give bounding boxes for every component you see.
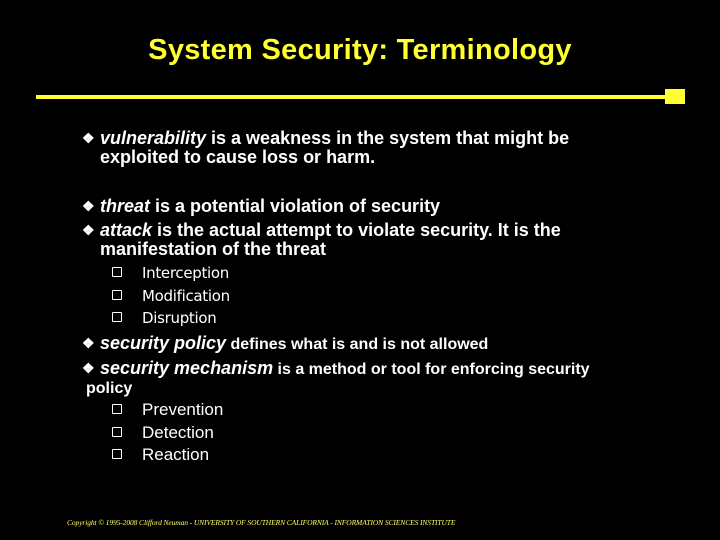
square-bullet-icon: [112, 403, 122, 414]
square-bullet-icon: [112, 266, 122, 277]
subitem: Prevention: [112, 400, 223, 420]
square-bullet-icon: [112, 311, 122, 322]
slide-title: System Security: Terminology: [148, 34, 572, 66]
term: security mechanism: [100, 358, 274, 378]
title-underline-end-square: [665, 89, 685, 104]
subitem: Detection: [112, 423, 214, 443]
diamond-cluster-icon: ❖: [82, 222, 95, 238]
subitem: Disruption: [112, 309, 217, 327]
square-bullet-icon: [112, 426, 122, 437]
diamond-cluster-icon: ❖: [82, 130, 95, 146]
copyright-footer: Copyright © 1995-2008 Clifford Neuman - …: [67, 518, 456, 527]
diamond-cluster-icon: ❖: [82, 360, 95, 376]
subitem: Reaction: [112, 445, 209, 465]
subitem: Interception: [112, 264, 229, 282]
diamond-cluster-icon: ❖: [82, 198, 95, 214]
square-bullet-icon: [112, 448, 122, 459]
term: attack: [100, 220, 153, 240]
term: security policy: [100, 333, 227, 353]
diamond-cluster-icon: ❖: [82, 335, 95, 351]
term: vulnerability: [100, 128, 207, 148]
square-bullet-icon: [112, 289, 122, 300]
term: threat: [100, 196, 151, 216]
title-underline: [36, 95, 668, 99]
subitem: Modification: [112, 287, 230, 305]
